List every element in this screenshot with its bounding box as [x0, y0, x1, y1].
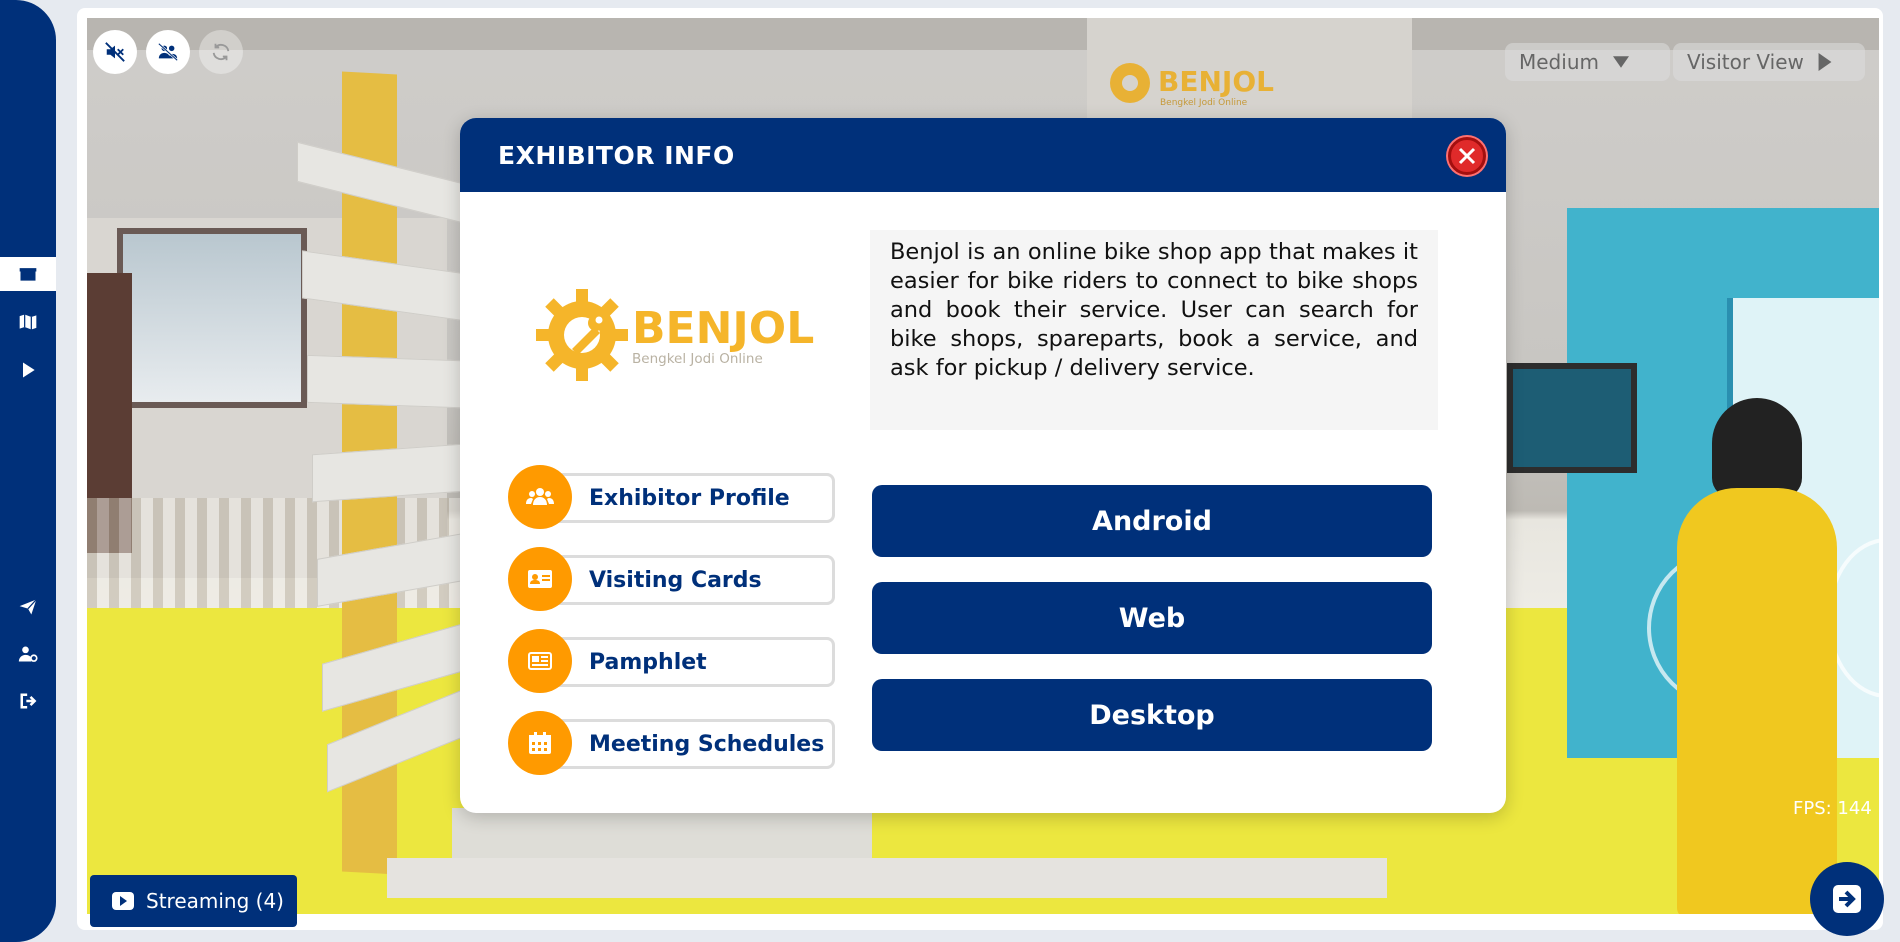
fps-counter: FPS: 144 [1793, 798, 1872, 819]
sidebar-item-map[interactable] [0, 305, 56, 339]
svg-text:BENJOL: BENJOL [1158, 65, 1274, 98]
gear-wrench-icon [536, 289, 628, 381]
menu-item-box: Exhibitor Profile [538, 473, 835, 523]
menu-item-badge [508, 629, 572, 693]
sidebar-item-booth[interactable] [0, 257, 56, 291]
menu-item-label: Pamphlet [589, 649, 707, 675]
menu-item-label: Exhibitor Profile [589, 485, 790, 511]
android-button[interactable]: Android [872, 485, 1432, 557]
menu-item-label: Meeting Schedules [589, 731, 825, 757]
menu-item-box: Meeting Schedules [538, 719, 835, 769]
neighbor-booth-screen[interactable] [1507, 363, 1637, 473]
close-icon [1458, 147, 1476, 165]
avatar-head [1712, 398, 1802, 498]
platform-label: Android [1092, 505, 1212, 537]
scene-window [117, 228, 307, 408]
users-slash-icon [158, 42, 178, 62]
exhibitor-description: Benjol is an online bike shop app that m… [890, 239, 1418, 381]
newspaper-icon [528, 652, 552, 670]
modal-header: EXHIBITOR INFO [460, 118, 1506, 192]
sidebar-item-send[interactable] [0, 590, 56, 624]
exit-arrow-icon [1833, 885, 1861, 913]
left-sidebar [0, 0, 56, 942]
mute-button[interactable] [93, 30, 137, 74]
meeting-schedules-button[interactable]: Meeting Schedules [508, 711, 835, 775]
caret-down-icon [1612, 56, 1629, 68]
box-icon [19, 268, 37, 281]
menu-item-box: Pamphlet [538, 637, 835, 687]
sidebar-item-play[interactable] [0, 353, 56, 387]
view-mode-button[interactable]: Visitor View [1673, 43, 1865, 81]
svg-text:Bengkel Jodi Online: Bengkel Jodi Online [632, 351, 763, 367]
booth-header-panel: BENJOL Bengkel Jodi Online [1087, 18, 1412, 118]
svg-text:Bengkel Jodi Online: Bengkel Jodi Online [1160, 98, 1248, 108]
visiting-cards-button[interactable]: Visiting Cards [508, 547, 835, 611]
calendar-icon [529, 732, 551, 754]
svg-text:BENJOL: BENJOL [632, 303, 814, 354]
play-icon [1818, 53, 1832, 71]
avatar-body [1677, 488, 1837, 914]
refresh-icon [212, 43, 230, 61]
view-mode-label: Visitor View [1687, 50, 1804, 74]
hide-avatars-button[interactable] [146, 30, 190, 74]
close-button[interactable] [1448, 137, 1486, 175]
booth-platform [387, 858, 1387, 898]
menu-item-label: Visiting Cards [589, 567, 762, 593]
users-icon [526, 488, 554, 505]
logout-icon [20, 693, 37, 709]
exhibitor-logo: BENJOL Bengkel Jodi Online [536, 289, 814, 381]
desktop-button[interactable]: Desktop [872, 679, 1432, 751]
map-icon [19, 314, 37, 330]
booth-logo: BENJOL Bengkel Jodi Online [1110, 63, 1274, 108]
menu-item-box: Visiting Cards [538, 555, 835, 605]
avatar-figure [1647, 398, 1837, 914]
paper-plane-icon [19, 599, 37, 615]
menu-item-badge [508, 547, 572, 611]
play-icon [23, 362, 35, 378]
exhibitor-info-modal: EXHIBITOR INFO BENJOL Bengkel Jodi Onlin… [460, 118, 1506, 813]
exhibitor-profile-button[interactable]: Exhibitor Profile [508, 465, 835, 529]
menu-item-badge [508, 711, 572, 775]
web-button[interactable]: Web [872, 582, 1432, 654]
menu-item-badge [508, 465, 572, 529]
pamphlet-button[interactable]: Pamphlet [508, 629, 835, 693]
refresh-button[interactable] [199, 30, 243, 74]
quality-select[interactable]: Medium [1505, 43, 1670, 81]
id-card-icon [528, 570, 552, 588]
exit-booth-button[interactable] [1810, 862, 1884, 936]
streaming-button[interactable]: Streaming (4) [90, 875, 297, 927]
sidebar-item-logout[interactable] [0, 684, 56, 718]
video-play-icon [112, 892, 134, 910]
user-settings-icon [18, 646, 38, 662]
description-box: Benjol is an online bike shop app that m… [870, 230, 1438, 430]
speaker-muted-icon [105, 42, 125, 62]
streaming-label: Streaming (4) [146, 889, 284, 913]
platform-label: Web [1118, 602, 1186, 634]
platform-label: Desktop [1089, 699, 1215, 731]
modal-title: EXHIBITOR INFO [498, 140, 735, 170]
quality-select-label: Medium [1519, 50, 1599, 74]
sidebar-item-user-settings[interactable] [0, 637, 56, 671]
